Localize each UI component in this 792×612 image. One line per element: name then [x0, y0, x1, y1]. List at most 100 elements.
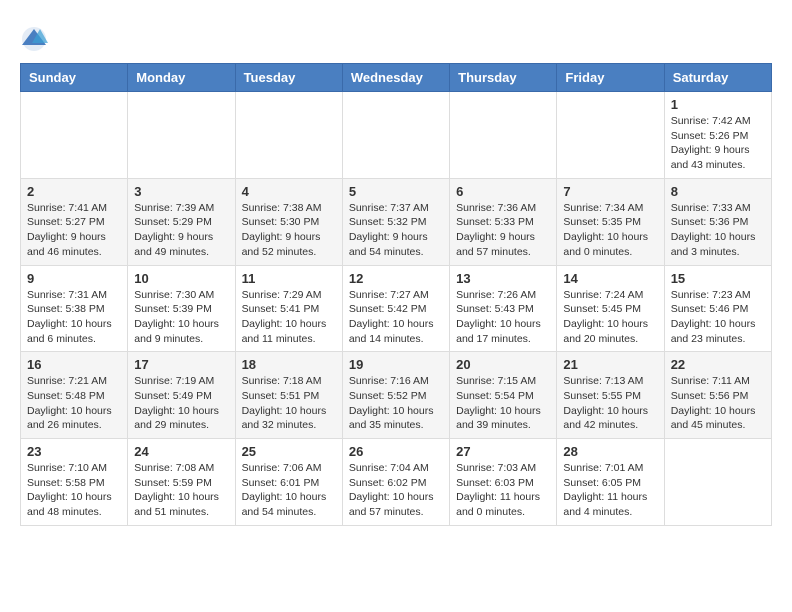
day-info: Sunrise: 7:19 AM Sunset: 5:49 PM Dayligh… — [134, 374, 228, 433]
calendar-cell: 7 Sunrise: 7:34 AM Sunset: 5:35 PM Daylig… — [557, 178, 664, 265]
day-info: Sunrise: 7:15 AM Sunset: 5:54 PM Dayligh… — [456, 374, 550, 433]
calendar-cell — [450, 92, 557, 179]
calendar-week-1: 1 Sunrise: 7:42 AM Sunset: 5:26 PM Daylig… — [21, 92, 772, 179]
calendar-cell: 15 Sunrise: 7:23 AM Sunset: 5:46 PM Dayli… — [664, 265, 771, 352]
day-info: Sunrise: 7:23 AM Sunset: 5:46 PM Dayligh… — [671, 288, 765, 347]
day-info: Sunrise: 7:06 AM Sunset: 6:01 PM Dayligh… — [242, 461, 336, 520]
calendar-cell: 8 Sunrise: 7:33 AM Sunset: 5:36 PM Daylig… — [664, 178, 771, 265]
day-number: 11 — [242, 271, 336, 286]
day-number: 22 — [671, 357, 765, 372]
day-info: Sunrise: 7:33 AM Sunset: 5:36 PM Dayligh… — [671, 201, 765, 260]
day-info: Sunrise: 7:13 AM Sunset: 5:55 PM Dayligh… — [563, 374, 657, 433]
calendar-cell: 25 Sunrise: 7:06 AM Sunset: 6:01 PM Dayli… — [235, 439, 342, 526]
day-number: 18 — [242, 357, 336, 372]
calendar-cell: 10 Sunrise: 7:30 AM Sunset: 5:39 PM Dayli… — [128, 265, 235, 352]
day-number: 17 — [134, 357, 228, 372]
calendar-body: 1 Sunrise: 7:42 AM Sunset: 5:26 PM Daylig… — [21, 92, 772, 526]
day-number: 15 — [671, 271, 765, 286]
day-info: Sunrise: 7:04 AM Sunset: 6:02 PM Dayligh… — [349, 461, 443, 520]
calendar-cell: 5 Sunrise: 7:37 AM Sunset: 5:32 PM Daylig… — [342, 178, 449, 265]
calendar-week-5: 23 Sunrise: 7:10 AM Sunset: 5:58 PM Dayli… — [21, 439, 772, 526]
calendar-cell: 13Sunrise: 7:26 AM Sunset: 5:43 PM Dayli… — [450, 265, 557, 352]
day-info: Sunrise: 7:01 AM Sunset: 6:05 PM Dayligh… — [563, 461, 657, 520]
page-header — [20, 20, 772, 53]
day-info: Sunrise: 7:03 AM Sunset: 6:03 PM Dayligh… — [456, 461, 550, 520]
day-info: Sunrise: 7:30 AM Sunset: 5:39 PM Dayligh… — [134, 288, 228, 347]
calendar-cell — [342, 92, 449, 179]
day-number: 6 — [456, 184, 550, 199]
day-info: Sunrise: 7:36 AM Sunset: 5:33 PM Dayligh… — [456, 201, 550, 260]
weekday-header-wednesday: Wednesday — [342, 64, 449, 92]
calendar-week-2: 2 Sunrise: 7:41 AM Sunset: 5:27 PM Daylig… — [21, 178, 772, 265]
day-number: 10 — [134, 271, 228, 286]
day-number: 26 — [349, 444, 443, 459]
calendar-cell: 14Sunrise: 7:24 AM Sunset: 5:45 PM Dayli… — [557, 265, 664, 352]
day-info: Sunrise: 7:34 AM Sunset: 5:35 PM Dayligh… — [563, 201, 657, 260]
day-info: Sunrise: 7:29 AM Sunset: 5:41 PM Dayligh… — [242, 288, 336, 347]
day-info: Sunrise: 7:21 AM Sunset: 5:48 PM Dayligh… — [27, 374, 121, 433]
calendar-cell: 28 Sunrise: 7:01 AM Sunset: 6:05 PM Dayli… — [557, 439, 664, 526]
calendar-cell: 22 Sunrise: 7:11 AM Sunset: 5:56 PM Dayli… — [664, 352, 771, 439]
day-number: 2 — [27, 184, 121, 199]
calendar-cell: 3Sunrise: 7:39 AM Sunset: 5:29 PM Daylig… — [128, 178, 235, 265]
day-number: 19 — [349, 357, 443, 372]
calendar-cell: 12 Sunrise: 7:27 AM Sunset: 5:42 PM Dayli… — [342, 265, 449, 352]
calendar-cell: 21 Sunrise: 7:13 AM Sunset: 5:55 PM Dayli… — [557, 352, 664, 439]
calendar-cell: 11 Sunrise: 7:29 AM Sunset: 5:41 PM Dayli… — [235, 265, 342, 352]
weekday-header-thursday: Thursday — [450, 64, 557, 92]
day-number: 5 — [349, 184, 443, 199]
logo — [20, 25, 52, 53]
day-info: Sunrise: 7:08 AM Sunset: 5:59 PM Dayligh… — [134, 461, 228, 520]
calendar-cell: 16 Sunrise: 7:21 AM Sunset: 5:48 PM Dayli… — [21, 352, 128, 439]
calendar-cell: 20Sunrise: 7:15 AM Sunset: 5:54 PM Dayli… — [450, 352, 557, 439]
calendar-cell: 6 Sunrise: 7:36 AM Sunset: 5:33 PM Daylig… — [450, 178, 557, 265]
calendar-cell: 23 Sunrise: 7:10 AM Sunset: 5:58 PM Dayli… — [21, 439, 128, 526]
day-number: 1 — [671, 97, 765, 112]
calendar-cell: 24 Sunrise: 7:08 AM Sunset: 5:59 PM Dayli… — [128, 439, 235, 526]
day-number: 24 — [134, 444, 228, 459]
logo-icon — [20, 25, 48, 53]
day-info: Sunrise: 7:37 AM Sunset: 5:32 PM Dayligh… — [349, 201, 443, 260]
day-info: Sunrise: 7:11 AM Sunset: 5:56 PM Dayligh… — [671, 374, 765, 433]
calendar-cell — [128, 92, 235, 179]
day-number: 12 — [349, 271, 443, 286]
day-number: 7 — [563, 184, 657, 199]
day-info: Sunrise: 7:41 AM Sunset: 5:27 PM Dayligh… — [27, 201, 121, 260]
calendar-cell — [235, 92, 342, 179]
day-number: 14 — [563, 271, 657, 286]
calendar-cell: 9Sunrise: 7:31 AM Sunset: 5:38 PM Daylig… — [21, 265, 128, 352]
day-number: 16 — [27, 357, 121, 372]
day-number: 3 — [134, 184, 228, 199]
calendar-cell: 27Sunrise: 7:03 AM Sunset: 6:03 PM Dayli… — [450, 439, 557, 526]
day-number: 23 — [27, 444, 121, 459]
calendar-cell — [557, 92, 664, 179]
weekday-header-tuesday: Tuesday — [235, 64, 342, 92]
weekday-header-saturday: Saturday — [664, 64, 771, 92]
calendar-cell: 18 Sunrise: 7:18 AM Sunset: 5:51 PM Dayli… — [235, 352, 342, 439]
day-number: 25 — [242, 444, 336, 459]
day-info: Sunrise: 7:18 AM Sunset: 5:51 PM Dayligh… — [242, 374, 336, 433]
day-number: 28 — [563, 444, 657, 459]
day-info: Sunrise: 7:38 AM Sunset: 5:30 PM Dayligh… — [242, 201, 336, 260]
calendar-cell: 4 Sunrise: 7:38 AM Sunset: 5:30 PM Daylig… — [235, 178, 342, 265]
calendar-cell: 17 Sunrise: 7:19 AM Sunset: 5:49 PM Dayli… — [128, 352, 235, 439]
day-info: Sunrise: 7:16 AM Sunset: 5:52 PM Dayligh… — [349, 374, 443, 433]
calendar-cell: 19 Sunrise: 7:16 AM Sunset: 5:52 PM Dayli… — [342, 352, 449, 439]
calendar-week-3: 9Sunrise: 7:31 AM Sunset: 5:38 PM Daylig… — [21, 265, 772, 352]
day-number: 8 — [671, 184, 765, 199]
day-info: Sunrise: 7:10 AM Sunset: 5:58 PM Dayligh… — [27, 461, 121, 520]
calendar-header: SundayMondayTuesdayWednesdayThursdayFrid… — [21, 64, 772, 92]
calendar-cell — [21, 92, 128, 179]
weekday-header-sunday: Sunday — [21, 64, 128, 92]
calendar-cell: 1 Sunrise: 7:42 AM Sunset: 5:26 PM Daylig… — [664, 92, 771, 179]
calendar-cell: 26 Sunrise: 7:04 AM Sunset: 6:02 PM Dayli… — [342, 439, 449, 526]
day-info: Sunrise: 7:27 AM Sunset: 5:42 PM Dayligh… — [349, 288, 443, 347]
weekday-header-friday: Friday — [557, 64, 664, 92]
day-info: Sunrise: 7:31 AM Sunset: 5:38 PM Dayligh… — [27, 288, 121, 347]
day-number: 21 — [563, 357, 657, 372]
day-number: 4 — [242, 184, 336, 199]
calendar-table: SundayMondayTuesdayWednesdayThursdayFrid… — [20, 63, 772, 526]
day-info: Sunrise: 7:42 AM Sunset: 5:26 PM Dayligh… — [671, 114, 765, 173]
day-info: Sunrise: 7:26 AM Sunset: 5:43 PM Dayligh… — [456, 288, 550, 347]
weekday-header-monday: Monday — [128, 64, 235, 92]
